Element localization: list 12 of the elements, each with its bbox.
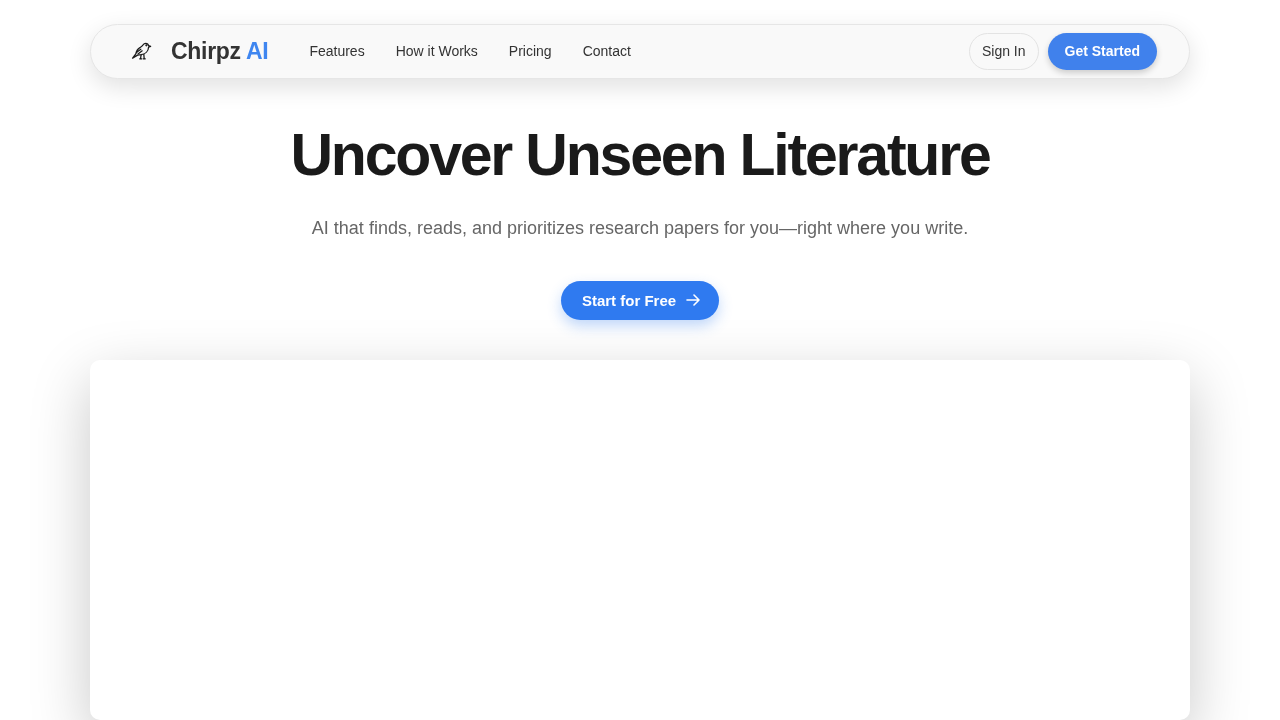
nav-link[interactable]: How it Works: [395, 43, 478, 60]
start-for-free-button[interactable]: Start for Free: [560, 280, 720, 320]
nav-link[interactable]: Pricing: [508, 43, 552, 60]
sign-in-button[interactable]: Sign In: [968, 32, 1039, 70]
nav-link[interactable]: Features: [309, 43, 365, 60]
hero-subtitle: AI that finds, reads, and prioritizes research papers for you—right where you write.: [311, 216, 969, 240]
brand-name[interactable]: Chirpz AI: [171, 37, 269, 65]
arrow-right-icon: [686, 294, 701, 307]
get-started-button[interactable]: Get Started: [1047, 32, 1157, 70]
nav-link[interactable]: Contact: [582, 43, 631, 60]
hero-title: Uncover Unseen Literature: [290, 120, 990, 190]
bird-logo-icon[interactable]: [131, 41, 153, 62]
